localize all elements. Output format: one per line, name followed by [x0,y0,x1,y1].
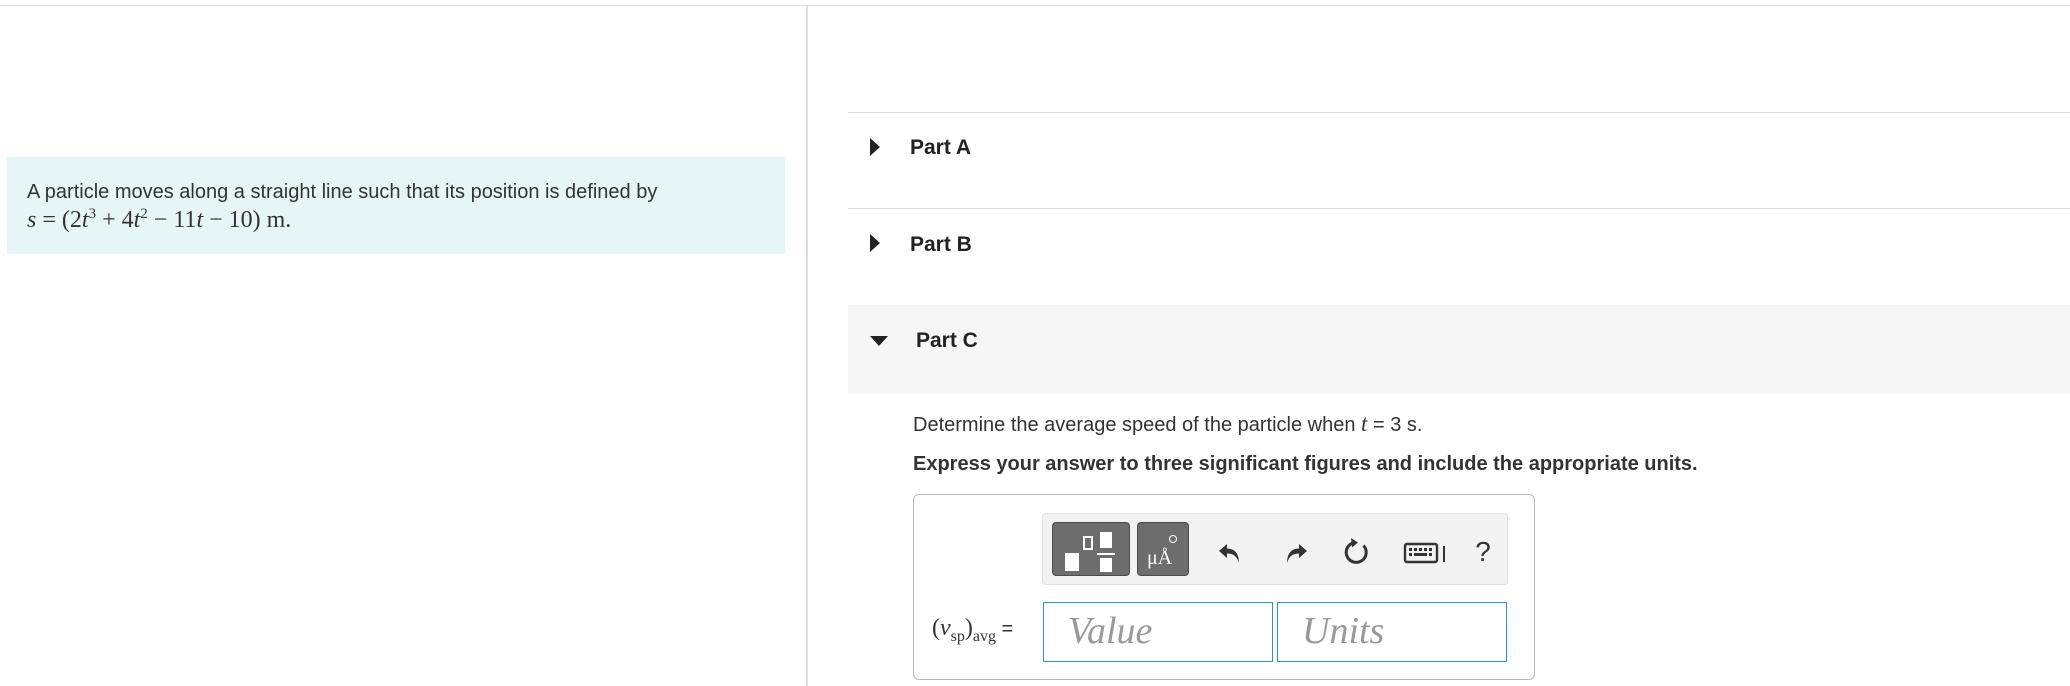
top-divider [0,5,2070,6]
templates-button[interactable] [1052,522,1130,576]
part-a-label: Part A [910,136,972,159]
column-divider [806,6,808,686]
units-input[interactable]: Units [1277,602,1507,662]
caret-right-icon [870,138,880,156]
redo-icon[interactable] [1279,536,1311,568]
part-c-header[interactable]: Part C [848,305,2070,394]
keyboard-icon[interactable] [1403,536,1449,568]
answer-instruction: Express your answer to three significant… [913,453,1698,475]
caret-right-icon [870,234,880,252]
part-b-header[interactable]: Part B [848,209,2070,305]
undo-icon[interactable] [1215,536,1247,568]
position-equation: s = (2t3 + 4t2 − 11t − 10) m. [27,206,292,234]
caret-down-icon [870,336,888,346]
part-a-header[interactable]: Part A [848,113,2070,208]
part-b-label: Part B [910,233,972,256]
answer-box: μÅ ? (vsp)avg = Value Units [913,494,1535,680]
problem-text: A particle moves along a straight line s… [27,181,658,203]
reset-icon[interactable] [1341,536,1373,568]
units-button[interactable]: μÅ [1137,522,1189,576]
value-input[interactable]: Value [1043,602,1273,662]
part-c-label: Part C [916,329,978,352]
problem-statement: A particle moves along a straight line s… [7,157,785,254]
units-icon [1169,535,1177,543]
question-text: Determine the average speed of the parti… [913,411,1423,436]
help-button[interactable]: ? [1467,536,1499,568]
units-glyph: μÅ [1147,547,1173,569]
math-toolbar: μÅ ? [1042,513,1508,585]
answer-variable-label: (vsp)avg = [932,615,1014,645]
